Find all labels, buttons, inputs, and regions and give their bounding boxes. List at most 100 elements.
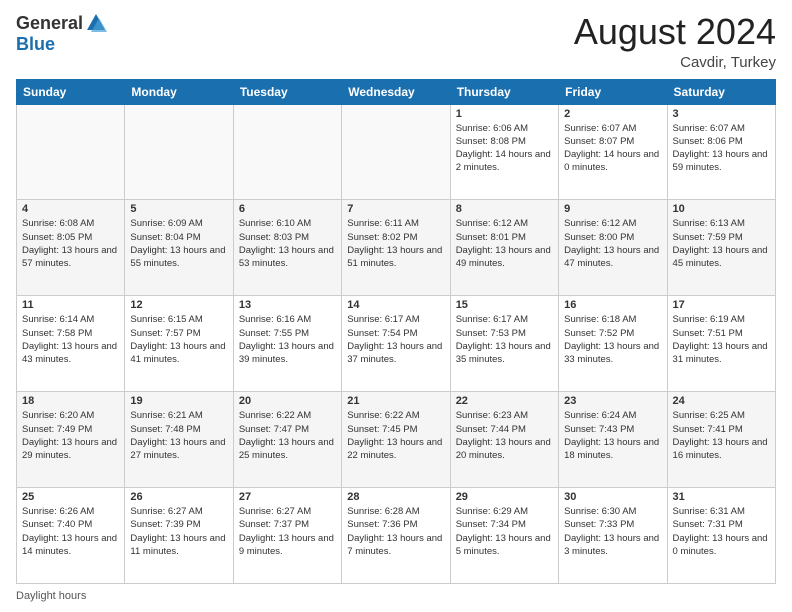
calendar-week-2: 4 Sunrise: 6:08 AMSunset: 8:05 PMDayligh… bbox=[17, 200, 776, 296]
calendar-week-1: 1 Sunrise: 6:06 AMSunset: 8:08 PMDayligh… bbox=[17, 104, 776, 200]
day-number: 31 bbox=[673, 491, 770, 503]
page: General Blue August 2024 Cavdir, Turkey … bbox=[0, 0, 792, 612]
location: Cavdir, Turkey bbox=[574, 54, 776, 71]
day-info: Sunrise: 6:08 AMSunset: 8:05 PMDaylight:… bbox=[22, 218, 117, 269]
day-number: 29 bbox=[456, 491, 553, 503]
day-info: Sunrise: 6:31 AMSunset: 7:31 PMDaylight:… bbox=[673, 506, 768, 557]
day-info: Sunrise: 6:12 AMSunset: 8:00 PMDaylight:… bbox=[564, 218, 659, 269]
day-number: 14 bbox=[347, 299, 444, 311]
day-info: Sunrise: 6:22 AMSunset: 7:45 PMDaylight:… bbox=[347, 410, 442, 461]
day-info: Sunrise: 6:25 AMSunset: 7:41 PMDaylight:… bbox=[673, 410, 768, 461]
day-info: Sunrise: 6:11 AMSunset: 8:02 PMDaylight:… bbox=[347, 218, 442, 269]
day-header-saturday: Saturday bbox=[667, 79, 775, 104]
day-number: 5 bbox=[130, 203, 227, 215]
day-number: 10 bbox=[673, 203, 770, 215]
day-info: Sunrise: 6:18 AMSunset: 7:52 PMDaylight:… bbox=[564, 314, 659, 365]
calendar-cell: 26 Sunrise: 6:27 AMSunset: 7:39 PMDaylig… bbox=[125, 488, 233, 584]
calendar-cell: 28 Sunrise: 6:28 AMSunset: 7:36 PMDaylig… bbox=[342, 488, 450, 584]
logo-general-text: General bbox=[16, 13, 83, 34]
day-number: 2 bbox=[564, 108, 661, 120]
calendar-cell: 25 Sunrise: 6:26 AMSunset: 7:40 PMDaylig… bbox=[17, 488, 125, 584]
day-number: 17 bbox=[673, 299, 770, 311]
calendar-cell: 9 Sunrise: 6:12 AMSunset: 8:00 PMDayligh… bbox=[559, 200, 667, 296]
calendar-cell: 12 Sunrise: 6:15 AMSunset: 7:57 PMDaylig… bbox=[125, 296, 233, 392]
day-number: 23 bbox=[564, 395, 661, 407]
day-info: Sunrise: 6:22 AMSunset: 7:47 PMDaylight:… bbox=[239, 410, 334, 461]
logo-icon bbox=[85, 12, 107, 34]
calendar-cell: 4 Sunrise: 6:08 AMSunset: 8:05 PMDayligh… bbox=[17, 200, 125, 296]
day-number: 1 bbox=[456, 108, 553, 120]
calendar-cell: 23 Sunrise: 6:24 AMSunset: 7:43 PMDaylig… bbox=[559, 392, 667, 488]
day-info: Sunrise: 6:30 AMSunset: 7:33 PMDaylight:… bbox=[564, 506, 659, 557]
day-info: Sunrise: 6:12 AMSunset: 8:01 PMDaylight:… bbox=[456, 218, 551, 269]
day-number: 18 bbox=[22, 395, 119, 407]
day-number: 4 bbox=[22, 203, 119, 215]
month-title: August 2024 bbox=[574, 12, 776, 52]
calendar-cell: 13 Sunrise: 6:16 AMSunset: 7:55 PMDaylig… bbox=[233, 296, 341, 392]
calendar-cell: 20 Sunrise: 6:22 AMSunset: 7:47 PMDaylig… bbox=[233, 392, 341, 488]
calendar-cell: 15 Sunrise: 6:17 AMSunset: 7:53 PMDaylig… bbox=[450, 296, 558, 392]
day-number: 12 bbox=[130, 299, 227, 311]
day-number: 19 bbox=[130, 395, 227, 407]
day-info: Sunrise: 6:23 AMSunset: 7:44 PMDaylight:… bbox=[456, 410, 551, 461]
calendar-cell: 16 Sunrise: 6:18 AMSunset: 7:52 PMDaylig… bbox=[559, 296, 667, 392]
calendar-week-4: 18 Sunrise: 6:20 AMSunset: 7:49 PMDaylig… bbox=[17, 392, 776, 488]
day-number: 6 bbox=[239, 203, 336, 215]
day-info: Sunrise: 6:26 AMSunset: 7:40 PMDaylight:… bbox=[22, 506, 117, 557]
calendar-cell: 19 Sunrise: 6:21 AMSunset: 7:48 PMDaylig… bbox=[125, 392, 233, 488]
calendar-cell: 5 Sunrise: 6:09 AMSunset: 8:04 PMDayligh… bbox=[125, 200, 233, 296]
day-number: 20 bbox=[239, 395, 336, 407]
title-block: August 2024 Cavdir, Turkey bbox=[574, 12, 776, 71]
calendar-cell bbox=[17, 104, 125, 200]
calendar-cell: 8 Sunrise: 6:12 AMSunset: 8:01 PMDayligh… bbox=[450, 200, 558, 296]
day-info: Sunrise: 6:29 AMSunset: 7:34 PMDaylight:… bbox=[456, 506, 551, 557]
day-header-tuesday: Tuesday bbox=[233, 79, 341, 104]
day-info: Sunrise: 6:17 AMSunset: 7:54 PMDaylight:… bbox=[347, 314, 442, 365]
calendar-cell: 6 Sunrise: 6:10 AMSunset: 8:03 PMDayligh… bbox=[233, 200, 341, 296]
day-number: 11 bbox=[22, 299, 119, 311]
day-number: 26 bbox=[130, 491, 227, 503]
day-header-sunday: Sunday bbox=[17, 79, 125, 104]
calendar-cell: 2 Sunrise: 6:07 AMSunset: 8:07 PMDayligh… bbox=[559, 104, 667, 200]
calendar-cell: 7 Sunrise: 6:11 AMSunset: 8:02 PMDayligh… bbox=[342, 200, 450, 296]
calendar-cell: 1 Sunrise: 6:06 AMSunset: 8:08 PMDayligh… bbox=[450, 104, 558, 200]
logo: General Blue bbox=[16, 12, 107, 55]
day-number: 22 bbox=[456, 395, 553, 407]
day-info: Sunrise: 6:07 AMSunset: 8:07 PMDaylight:… bbox=[564, 123, 659, 174]
day-number: 7 bbox=[347, 203, 444, 215]
day-info: Sunrise: 6:13 AMSunset: 7:59 PMDaylight:… bbox=[673, 218, 768, 269]
calendar-week-5: 25 Sunrise: 6:26 AMSunset: 7:40 PMDaylig… bbox=[17, 488, 776, 584]
calendar-cell: 24 Sunrise: 6:25 AMSunset: 7:41 PMDaylig… bbox=[667, 392, 775, 488]
day-number: 13 bbox=[239, 299, 336, 311]
day-info: Sunrise: 6:20 AMSunset: 7:49 PMDaylight:… bbox=[22, 410, 117, 461]
header: General Blue August 2024 Cavdir, Turkey bbox=[16, 12, 776, 71]
day-info: Sunrise: 6:27 AMSunset: 7:37 PMDaylight:… bbox=[239, 506, 334, 557]
day-number: 28 bbox=[347, 491, 444, 503]
day-number: 30 bbox=[564, 491, 661, 503]
calendar-cell bbox=[342, 104, 450, 200]
day-info: Sunrise: 6:06 AMSunset: 8:08 PMDaylight:… bbox=[456, 123, 551, 174]
day-number: 25 bbox=[22, 491, 119, 503]
calendar-cell: 29 Sunrise: 6:29 AMSunset: 7:34 PMDaylig… bbox=[450, 488, 558, 584]
day-info: Sunrise: 6:17 AMSunset: 7:53 PMDaylight:… bbox=[456, 314, 551, 365]
calendar-cell: 3 Sunrise: 6:07 AMSunset: 8:06 PMDayligh… bbox=[667, 104, 775, 200]
day-info: Sunrise: 6:07 AMSunset: 8:06 PMDaylight:… bbox=[673, 123, 768, 174]
day-number: 8 bbox=[456, 203, 553, 215]
day-info: Sunrise: 6:27 AMSunset: 7:39 PMDaylight:… bbox=[130, 506, 225, 557]
calendar-cell: 11 Sunrise: 6:14 AMSunset: 7:58 PMDaylig… bbox=[17, 296, 125, 392]
day-number: 27 bbox=[239, 491, 336, 503]
day-number: 9 bbox=[564, 203, 661, 215]
day-header-monday: Monday bbox=[125, 79, 233, 104]
calendar-cell: 18 Sunrise: 6:20 AMSunset: 7:49 PMDaylig… bbox=[17, 392, 125, 488]
calendar-cell: 22 Sunrise: 6:23 AMSunset: 7:44 PMDaylig… bbox=[450, 392, 558, 488]
day-info: Sunrise: 6:21 AMSunset: 7:48 PMDaylight:… bbox=[130, 410, 225, 461]
day-header-wednesday: Wednesday bbox=[342, 79, 450, 104]
calendar-cell: 30 Sunrise: 6:30 AMSunset: 7:33 PMDaylig… bbox=[559, 488, 667, 584]
day-info: Sunrise: 6:14 AMSunset: 7:58 PMDaylight:… bbox=[22, 314, 117, 365]
day-info: Sunrise: 6:28 AMSunset: 7:36 PMDaylight:… bbox=[347, 506, 442, 557]
day-number: 21 bbox=[347, 395, 444, 407]
day-info: Sunrise: 6:10 AMSunset: 8:03 PMDaylight:… bbox=[239, 218, 334, 269]
calendar-cell: 14 Sunrise: 6:17 AMSunset: 7:54 PMDaylig… bbox=[342, 296, 450, 392]
calendar-cell: 17 Sunrise: 6:19 AMSunset: 7:51 PMDaylig… bbox=[667, 296, 775, 392]
day-info: Sunrise: 6:09 AMSunset: 8:04 PMDaylight:… bbox=[130, 218, 225, 269]
